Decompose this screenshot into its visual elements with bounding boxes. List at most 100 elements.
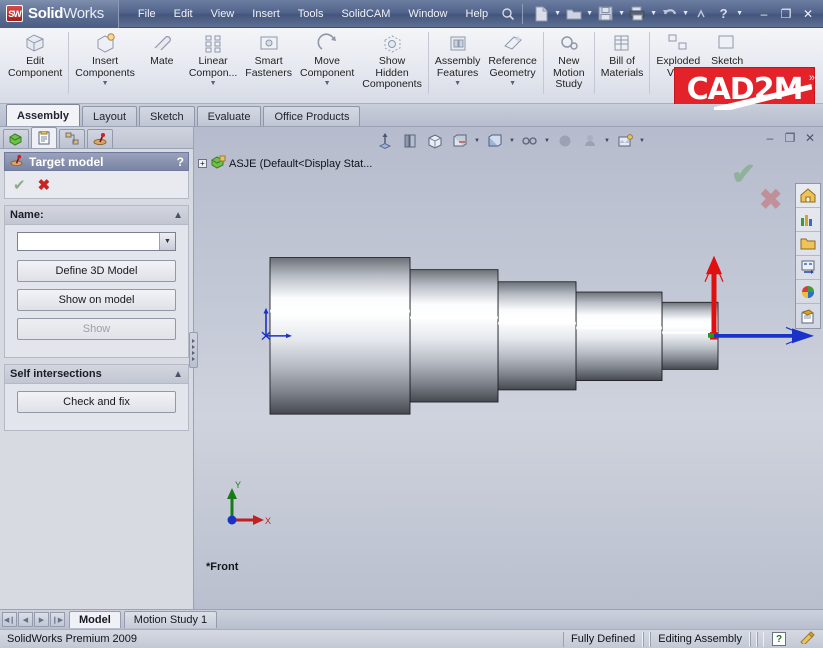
name-section-header[interactable]: Name: ▲ (5, 206, 188, 225)
chevron-down-icon[interactable]: ▼ (159, 233, 175, 250)
display-style-dropdown-icon[interactable]: ▼ (474, 138, 481, 144)
linear-component-pattern-dropdown-icon[interactable]: ▼ (210, 80, 217, 88)
restore-button[interactable]: ❐ (777, 6, 795, 22)
pen-icon[interactable] (800, 631, 815, 647)
document-close-button[interactable]: ✕ (803, 131, 817, 145)
configuration-manager-tab[interactable] (59, 129, 85, 148)
new-document-icon[interactable] (531, 3, 552, 24)
tab-sketch[interactable]: Sketch (139, 106, 195, 126)
view-orientation-icon[interactable] (424, 131, 446, 151)
confirm-accept-icon[interactable]: ✔ (731, 157, 756, 192)
tab-motion-study-1[interactable]: Motion Study 1 (123, 611, 218, 628)
edit-appearance-icon[interactable] (519, 131, 541, 151)
display-states-dropdown-icon[interactable]: ▼ (639, 138, 646, 144)
model-name-combobox[interactable]: ▼ (17, 232, 176, 251)
define-3d-model-button[interactable]: Define 3D Model (17, 260, 176, 282)
sketch-button[interactable]: Sketch (704, 28, 750, 68)
print-dropdown-icon[interactable]: ▼ (649, 10, 658, 17)
self-intersections-collapse-icon[interactable]: ▲ (173, 369, 183, 380)
home-icon[interactable] (796, 184, 820, 208)
help-dropdown-icon[interactable]: ▼ (735, 10, 744, 17)
view-palette-icon[interactable] (796, 256, 820, 280)
view-settings-icon[interactable] (579, 131, 601, 151)
document-minimize-button[interactable]: – (763, 131, 777, 145)
apply-scene-icon[interactable] (554, 131, 576, 151)
display-style-icon[interactable] (449, 131, 471, 151)
property-manager-tab[interactable] (31, 127, 57, 148)
display-states-icon[interactable] (614, 131, 636, 151)
tab-model[interactable]: Model (69, 611, 121, 628)
name-section-collapse-icon[interactable]: ▲ (173, 210, 183, 221)
open-folder-icon[interactable] (563, 3, 584, 24)
menu-help[interactable]: Help (457, 4, 498, 24)
next-tab-button[interactable]: ▶ (34, 612, 49, 627)
feature-tree-expand-icon[interactable]: + (198, 159, 207, 168)
solidcam-manager-tab[interactable] (87, 129, 113, 148)
feature-tree-root-row[interactable]: + ASJE (Default<Display Stat... (198, 155, 372, 172)
menu-insert[interactable]: Insert (243, 4, 289, 24)
new-motion-study-button[interactable]: New Motion Study (546, 28, 592, 91)
previous-tab-button[interactable]: ◀ (18, 612, 33, 627)
menu-solidcam[interactable]: SolidCAM (332, 4, 399, 24)
appearances-scenes-icon[interactable] (796, 280, 820, 304)
menu-tools[interactable]: Tools (289, 4, 333, 24)
tab-assembly[interactable]: Assembly (6, 104, 80, 126)
insert-components-button[interactable]: Insert Components ▼ (71, 28, 139, 88)
reference-geometry-dropdown-icon[interactable]: ▼ (509, 80, 516, 88)
view-settings-dropdown-icon[interactable]: ▼ (604, 138, 611, 144)
close-button[interactable]: ✕ (799, 6, 817, 22)
save-icon[interactable] (595, 3, 616, 24)
print-icon[interactable] (627, 3, 648, 24)
undo-dropdown-icon[interactable]: ▼ (681, 10, 690, 17)
menu-edit[interactable]: Edit (165, 4, 202, 24)
smart-fasteners-button[interactable]: Smart Fasteners (241, 28, 296, 79)
feature-manager-tree-tab[interactable] (3, 129, 29, 148)
custom-properties-icon[interactable] (796, 304, 820, 328)
bill-of-materials-button[interactable]: Bill of Materials (597, 28, 648, 79)
minimize-button[interactable]: – (755, 6, 773, 22)
mate-button[interactable]: Mate (139, 28, 185, 68)
confirm-reject-icon[interactable]: ✖ (759, 183, 782, 216)
hide-show-items-dropdown-icon[interactable]: ▼ (509, 138, 516, 144)
check-and-fix-button[interactable]: Check and fix (17, 391, 176, 413)
menu-window[interactable]: Window (399, 4, 456, 24)
show-hidden-components-button[interactable]: Show Hidden Components (358, 28, 426, 91)
undo-icon[interactable] (659, 3, 680, 24)
panel-splitter-handle[interactable] (189, 332, 198, 368)
graphics-area[interactable]: ▼ ▼ ▼ ▼ ▼ – ❐ ✕ + ASJE (Default<Display … (194, 127, 823, 609)
menu-file[interactable]: File (129, 4, 165, 24)
insert-components-dropdown-icon[interactable]: ▼ (102, 80, 109, 88)
assembly-features-button[interactable]: Assembly Features ▼ (431, 28, 485, 88)
first-tab-button[interactable]: ◀❙ (2, 612, 17, 627)
status-help-icon[interactable]: ? (772, 632, 786, 646)
rebuild-icon[interactable] (691, 3, 712, 24)
new-document-dropdown-icon[interactable]: ▼ (553, 10, 562, 17)
zoom-to-fit-icon[interactable] (374, 131, 396, 151)
document-restore-button[interactable]: ❐ (783, 131, 797, 145)
tab-evaluate[interactable]: Evaluate (196, 106, 262, 126)
last-tab-button[interactable]: ❙▶ (50, 612, 65, 627)
linear-component-pattern-button[interactable]: Linear Compon... ▼ (185, 28, 241, 88)
self-intersections-header[interactable]: Self intersections ▲ (5, 365, 188, 384)
search-icon[interactable] (497, 3, 518, 24)
assembly-features-dropdown-icon[interactable]: ▼ (454, 80, 461, 88)
help-question-icon[interactable]: ? (713, 3, 734, 24)
show-on-model-button[interactable]: Show on model (17, 289, 176, 311)
cancel-button[interactable]: ✖ (38, 176, 51, 194)
open-folder-dropdown-icon[interactable]: ▼ (585, 10, 594, 17)
move-component-button[interactable]: Move Component ▼ (296, 28, 358, 88)
accept-button[interactable]: ✔ (13, 176, 26, 194)
tab-office-products[interactable]: Office Products (263, 106, 361, 126)
save-dropdown-icon[interactable]: ▼ (617, 10, 626, 17)
reference-geometry-button[interactable]: Reference Geometry ▼ (484, 28, 540, 88)
ribbon-overflow-icon[interactable]: » (805, 72, 819, 84)
move-component-dropdown-icon[interactable]: ▼ (324, 80, 331, 88)
edit-appearance-dropdown-icon[interactable]: ▼ (544, 138, 551, 144)
hide-show-items-icon[interactable] (484, 131, 506, 151)
property-manager-help-icon[interactable]: ? (177, 155, 184, 169)
menu-view[interactable]: View (202, 4, 244, 24)
edit-component-button[interactable]: Edit Component (4, 28, 66, 79)
section-view-icon[interactable] (399, 131, 421, 151)
design-library-icon[interactable] (796, 208, 820, 232)
file-explorer-icon[interactable] (796, 232, 820, 256)
